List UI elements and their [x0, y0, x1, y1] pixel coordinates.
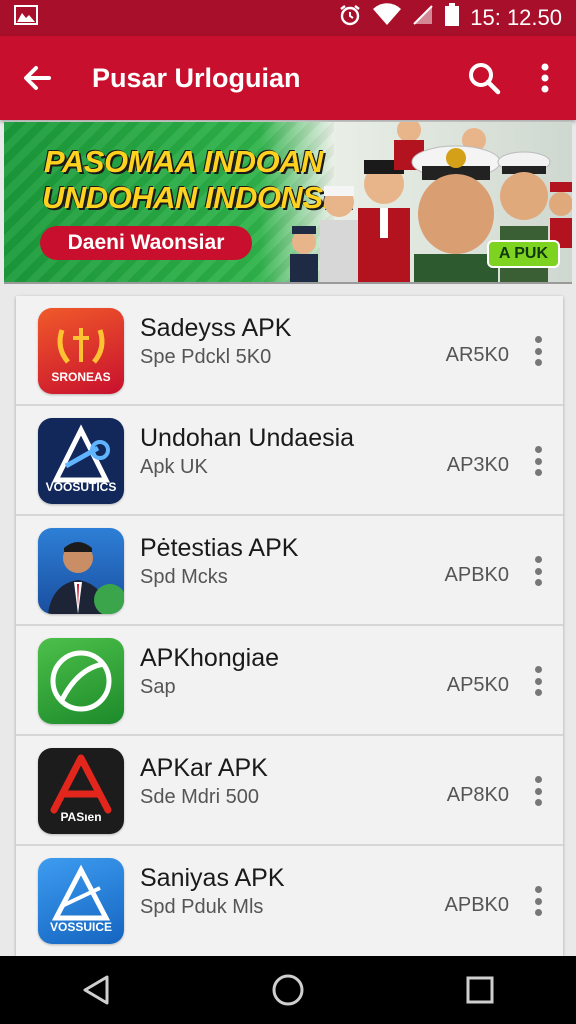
battery-icon: [444, 3, 460, 33]
app-size: AP8K0: [446, 784, 509, 806]
red-a-logo-icon: PASıen: [38, 748, 124, 834]
list-item[interactable]: VOSSUICE Saniyas APK Spd Pduk Mls APBK0: [16, 846, 563, 956]
app-subtitle: Sap: [140, 676, 176, 698]
app-subtitle: Apk UK: [140, 456, 208, 478]
leaf-logo-icon: [38, 638, 124, 724]
back-triangle-icon: [83, 975, 109, 1005]
app-size: AP3K0: [446, 454, 509, 476]
list-item[interactable]: SRONEAS Sadeyss APK Spe Pdckl 5K0 AR5K0: [16, 296, 563, 406]
app-icon-label: PASıen: [60, 810, 102, 824]
list-item[interactable]: PASıen APKar APK Sde Mdri 500 AP8K0: [16, 736, 563, 846]
home-circle-icon: [272, 974, 304, 1006]
app-icon-label: SRONEAS: [51, 370, 111, 384]
list-item[interactable]: APKhongiae Sap AP5K0: [16, 626, 563, 736]
laurel-icon: SRONEAS: [38, 308, 124, 394]
app-subtitle: Sde Mdri 500: [140, 786, 259, 808]
app-size: APBK0: [444, 564, 509, 586]
promo-banner[interactable]: PASOMAA INDOAN UNDOHAN INDONSIA Daeni Wa…: [4, 122, 572, 284]
banner-badge: A PUK: [486, 240, 560, 268]
nav-home-button[interactable]: [258, 960, 318, 1020]
back-button[interactable]: [0, 36, 74, 120]
app-name: APKar APK: [140, 754, 268, 782]
nav-back-button[interactable]: [66, 960, 126, 1020]
person-photo-icon: [38, 528, 124, 614]
page-title: Pusar Urloguian: [92, 62, 301, 93]
more-vert-icon[interactable]: [533, 556, 543, 586]
app-list: SRONEAS Sadeyss APK Spe Pdckl 5K0 AR5K0 …: [16, 296, 563, 956]
app-name: Saniyas APK: [140, 864, 285, 892]
more-vert-icon[interactable]: [533, 666, 543, 696]
more-vert-icon[interactable]: [533, 336, 543, 366]
app-size: AP5K0: [446, 674, 509, 696]
app-size: APBK0: [444, 894, 509, 916]
wifi-icon: [372, 3, 402, 33]
nav-recents-button[interactable]: [450, 960, 510, 1020]
more-vert-icon[interactable]: [533, 776, 543, 806]
recents-square-icon: [466, 976, 494, 1004]
search-icon: [469, 63, 501, 95]
app-name: Sadeyss APK: [140, 314, 292, 342]
system-nav-bar: [0, 956, 576, 1024]
list-item[interactable]: VOOSUTICS Undohan Undaesia Apk UK AP3K0: [16, 406, 563, 516]
no-signal-icon: [412, 4, 434, 32]
more-vert-icon: [541, 63, 549, 93]
alarm-icon: [338, 3, 362, 33]
more-vert-icon[interactable]: [533, 886, 543, 916]
status-bar: 15: 12.50: [0, 0, 576, 36]
banner-cta-button[interactable]: Daeni Waonsiar: [40, 226, 252, 260]
app-subtitle: Spd Mcks: [140, 566, 228, 588]
clock-time: 15: 12.50: [470, 5, 562, 30]
app-size: AR5K0: [445, 344, 509, 366]
search-button[interactable]: [454, 36, 514, 120]
overflow-menu-button[interactable]: [514, 36, 576, 120]
triangle-logo-icon: VOOSUTICS: [38, 418, 124, 504]
blue-a-logo-icon: VOSSUICE: [38, 858, 124, 944]
more-vert-icon[interactable]: [533, 446, 543, 476]
app-name: APKhongiae: [140, 644, 280, 672]
app-name: Pėtestias APK: [140, 534, 299, 562]
app-icon-label: VOOSUTICS: [45, 480, 117, 494]
app-name: Undohan Undaesia: [140, 424, 355, 452]
list-item[interactable]: Pėtestias APK Spd Mcks APBK0: [16, 516, 563, 626]
back-arrow-icon: [24, 66, 51, 90]
app-icon-label: VOSSUICE: [49, 920, 112, 934]
app-subtitle: Spe Pdckl 5K0: [140, 346, 272, 368]
app-bar: Pusar Urloguian: [0, 36, 576, 120]
gallery-notification-icon: [14, 4, 38, 32]
app-subtitle: Spd Pduk Mls: [140, 896, 264, 918]
